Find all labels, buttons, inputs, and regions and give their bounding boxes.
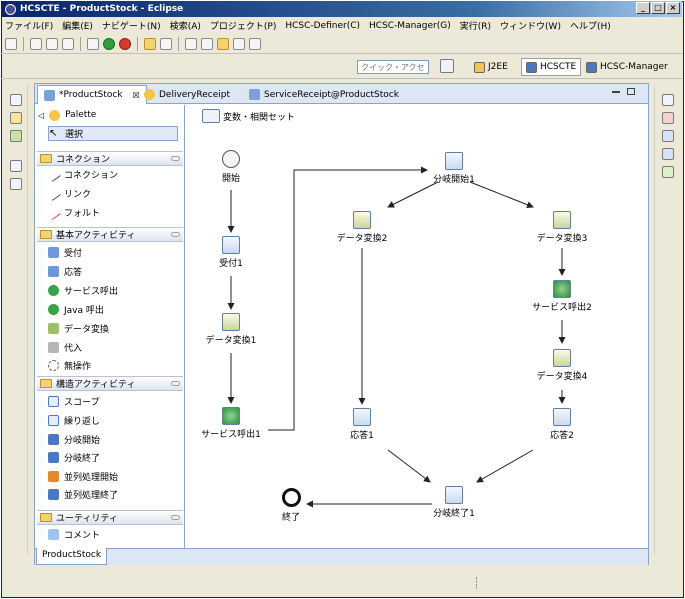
- node-end[interactable]: 終了: [275, 488, 307, 523]
- node-transform4[interactable]: データ変換4: [530, 349, 594, 382]
- status-divider-icon: [476, 577, 478, 589]
- globe-icon: [553, 280, 571, 298]
- branch-end-icon: [445, 486, 463, 504]
- node-transform1[interactable]: データ変換1: [198, 313, 264, 346]
- node-label: 分岐開始1: [433, 175, 475, 185]
- receive-icon: [222, 236, 240, 254]
- node-transform3[interactable]: データ変換3: [530, 211, 594, 244]
- transform-icon: [353, 211, 371, 229]
- node-invoke1[interactable]: サービス呼出1: [196, 407, 266, 440]
- node-label: 応答2: [550, 431, 574, 441]
- globe-icon: [222, 407, 240, 425]
- node-label: サービス呼出2: [532, 303, 592, 313]
- connection-arrow[interactable]: [476, 449, 534, 483]
- node-branch-end[interactable]: 分岐終了1: [424, 486, 484, 519]
- connection-arrow[interactable]: [387, 181, 439, 208]
- node-label: データ変換3: [536, 234, 588, 244]
- connection-arrow[interactable]: [469, 181, 534, 209]
- editor-bottom-tab-bar: [35, 548, 648, 565]
- start-icon: [222, 150, 240, 168]
- node-reply1[interactable]: 応答1: [337, 408, 387, 441]
- connection-arrow[interactable]: [268, 166, 428, 431]
- node-label: 受付1: [219, 259, 243, 269]
- reply-icon: [353, 408, 371, 426]
- node-receive[interactable]: 受付1: [206, 236, 256, 269]
- status-bar: [1, 567, 682, 597]
- node-invoke2[interactable]: サービス呼出2: [526, 280, 598, 313]
- node-label: サービス呼出1: [201, 430, 261, 440]
- node-label: データ変換1: [205, 336, 257, 346]
- node-label: 終了: [281, 513, 300, 523]
- transform-icon: [553, 349, 571, 367]
- node-label: 応答1: [350, 431, 374, 441]
- connection-arrow[interactable]: [387, 449, 431, 483]
- end-icon: [281, 488, 301, 507]
- node-label: データ変換2: [336, 234, 388, 244]
- node-branch-start[interactable]: 分岐開始1: [424, 152, 484, 185]
- tab-productstock-design[interactable]: ProductStock: [36, 548, 108, 565]
- transform-icon: [222, 313, 240, 331]
- node-reply2[interactable]: 応答2: [537, 408, 587, 441]
- reply-icon: [553, 408, 571, 426]
- node-label: 分岐終了1: [433, 509, 475, 519]
- branch-start-icon: [445, 152, 463, 170]
- node-transform2[interactable]: データ変換2: [330, 211, 394, 244]
- node-label: 開始: [221, 174, 240, 184]
- node-start[interactable]: 開始: [213, 150, 249, 184]
- transform-icon: [553, 211, 571, 229]
- node-label: データ変換4: [536, 372, 588, 382]
